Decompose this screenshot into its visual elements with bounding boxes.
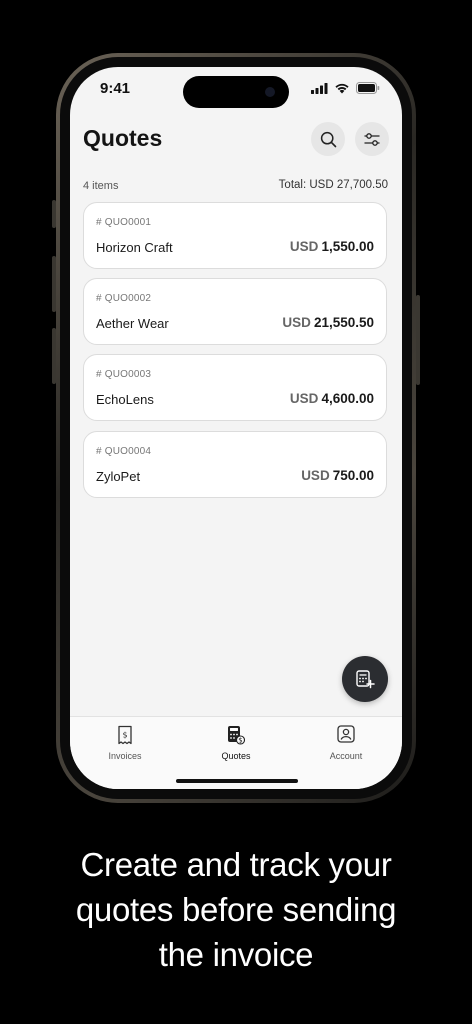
quote-amount: USD 750.00 <box>301 468 374 483</box>
quote-number: # QUO0004 <box>96 446 152 457</box>
account-icon <box>337 725 355 743</box>
quote-number: # QUO0002 <box>96 293 152 304</box>
svg-text:$: $ <box>238 737 242 745</box>
search-button[interactable] <box>311 122 345 156</box>
tab-label: Account <box>329 751 363 761</box>
quote-card[interactable]: # QUO0002 Aether Wear USD 21,550.50 <box>83 278 387 345</box>
camera-icon <box>265 87 275 97</box>
quote-client: EchoLens <box>96 392 154 407</box>
battery-icon <box>356 82 380 94</box>
tab-account[interactable]: Account <box>306 725 386 761</box>
quote-amount: USD 21,550.50 <box>282 315 374 330</box>
page-title: Quotes <box>83 125 163 151</box>
quote-card[interactable]: # QUO0003 EchoLens USD 4,600.00 <box>83 354 387 421</box>
bottom-tab-bar: $ Invoices $ Quotes Account <box>70 716 402 789</box>
quote-card[interactable]: # QUO0001 Horizon Craft USD 1,550.00 <box>83 202 387 269</box>
volume-down-button <box>52 328 56 384</box>
tagline-line: the invoice <box>158 936 314 973</box>
quote-card[interactable]: # QUO0004 ZyloPet USD 750.00 <box>83 431 387 498</box>
volume-up-button <box>52 256 56 312</box>
quote-value: 4,600.00 <box>321 391 374 406</box>
tab-quotes[interactable]: $ Quotes <box>196 725 276 761</box>
status-icons <box>311 82 380 94</box>
filter-sliders-icon <box>364 132 380 146</box>
quote-currency: USD <box>282 315 311 330</box>
home-indicator[interactable] <box>176 779 298 783</box>
tagline-line: quotes before sending <box>75 891 397 928</box>
tab-invoices[interactable]: $ Invoices <box>85 725 165 761</box>
promo-stage: 9:41 Quotes 4 items Total: USD 27,700.50… <box>0 0 472 1024</box>
quote-number: # QUO0003 <box>96 369 152 380</box>
tab-label: Invoices <box>108 751 142 761</box>
wifi-icon <box>335 83 349 94</box>
quote-number: # QUO0001 <box>96 217 152 228</box>
silent-switch <box>52 200 56 228</box>
quote-value: 21,550.50 <box>313 315 374 330</box>
tab-label: Quotes <box>221 751 251 761</box>
new-quote-button[interactable] <box>342 656 388 702</box>
tagline-line: Create and track your <box>80 846 392 883</box>
receipt-icon: $ <box>118 725 132 745</box>
quote-currency: USD <box>301 468 330 483</box>
quote-amount: USD 4,600.00 <box>290 391 374 406</box>
promo-tagline: Create and track your quotes before send… <box>0 842 472 977</box>
svg-text:$: $ <box>122 731 127 740</box>
power-button <box>416 295 420 385</box>
search-icon <box>320 131 336 147</box>
quote-currency: USD <box>289 391 319 406</box>
cellular-signal-icon <box>311 82 328 94</box>
quote-client: ZyloPet <box>96 469 141 484</box>
filter-button[interactable] <box>355 122 389 156</box>
quote-value: 750.00 <box>332 468 374 483</box>
total-amount: Total: USD 27,700.50 <box>278 179 388 191</box>
items-count: 4 items <box>83 180 119 192</box>
quote-amount: USD 1,550.00 <box>290 239 374 254</box>
dynamic-island <box>183 76 289 108</box>
quote-client: Horizon Craft <box>96 240 173 255</box>
quote-currency: USD <box>289 239 319 254</box>
quote-client: Aether Wear <box>96 316 169 331</box>
app-screen: 9:41 Quotes 4 items Total: USD 27,700.50… <box>70 67 402 789</box>
quote-calculator-icon: $ <box>228 726 245 745</box>
status-time: 9:41 <box>100 80 131 97</box>
add-quote-icon <box>356 670 375 689</box>
quote-value: 1,550.00 <box>321 239 374 254</box>
